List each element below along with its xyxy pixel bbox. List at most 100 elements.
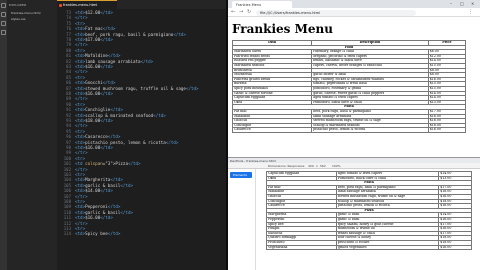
code-token: </td> [110,107,123,113]
explorer-panel: EXPLORER frankies-menu.html styles.css [7,0,57,270]
code-token: </tr> [75,42,88,48]
source-control-icon[interactable] [1,21,6,26]
table-row: Pancetta grilled bread figs, chutney, roc… [231,76,467,83]
line-number: 102 [63,166,71,172]
code-token: </td> [102,26,116,32]
code-token: </td> [110,177,123,183]
code-token: <td> [75,91,86,96]
line-number: 108 [63,199,71,204]
code-token: <td> [75,85,86,91]
width-input[interactable]: 400 [308,164,314,168]
line-number: 85 [66,74,71,80]
code-token: lamb sausage arrabiata [85,58,141,64]
code-token: <tr> [75,74,86,80]
code-token: <td> [75,145,86,150]
code-token: <td> [75,26,86,32]
height-input[interactable]: 562 [320,164,326,168]
browser-tab-strip: Frankies Menu – □ × [228,0,480,8]
code-line: <td>Spicy bee</td> [75,231,120,236]
editor-tab-bar: frankies-menu.html [57,0,226,9]
code-token: </tr> [75,193,88,199]
code-token: </td> [153,112,166,118]
code-token: scallop & marinated seafood [85,112,154,118]
line-number: 103 [63,172,71,177]
code-token: </td> [102,80,116,86]
code-token: <td> [75,53,86,59]
line-number: 112 [63,220,71,226]
devtools-sidebar: Elements [228,169,256,270]
code-token: <td> [75,10,86,15]
devtools-window: DevTools - frankies-menu.html Dimensions… [228,157,480,270]
line-number: 109 [63,204,71,210]
table-row: Capsicum eggplant aged tomato & fried cap… [266,171,472,177]
code-token: <tr> [75,172,86,177]
zoom-select[interactable]: 100% [332,164,341,168]
close-icon[interactable]: × [471,1,474,6]
explorer-file[interactable]: frankies-menu.html [11,11,40,15]
code-token: </td> [140,58,154,64]
explorer-file[interactable]: styles.css [11,17,26,21]
code-token: <td> [75,31,86,37]
reload-icon[interactable]: ↻ [247,9,251,15]
minimize-icon[interactable]: – [450,1,452,6]
line-number: 89 [66,96,71,102]
code-token: <td> [75,209,86,215]
html-file-icon [59,4,62,7]
browser-tab[interactable]: Frankies Menu [232,1,292,8]
code-token: <td [75,161,86,167]
code-token: </td> [100,64,113,69]
code-token: </tr> [75,220,88,226]
code-token: <td> [75,118,86,123]
table-row: Pan-fried fennel seeds oregano, pecorino … [231,53,467,60]
forward-icon[interactable]: → [239,9,243,15]
code-token: garlic & basil [85,182,121,188]
code-token: </td> [185,85,199,91]
maximize-icon[interactable]: □ [460,1,464,6]
extensions-icon[interactable] [1,30,6,35]
elements-button[interactable]: Elements [230,172,252,178]
line-number: 73 [66,10,71,15]
line-number: 113 [63,226,71,231]
table-row: Spicy pork meatballs pomodoro, rosemary &… [231,85,467,92]
line-number: 84 [66,69,71,75]
code-token: <td> [75,80,86,86]
line-number: 81 [66,53,71,59]
code-area[interactable]: 73 74 75 76 77 78 79 80 81 82 83 84 85 86 87 88 89 90 91 92… [57,9,226,270]
code-token: <td> [75,215,86,221]
code-token: </tr> [75,96,88,102]
dimensions-select[interactable]: Dimensions: Responsive [268,164,305,168]
url-input[interactable]: file:///C:/Users/frankies-menu.html [256,9,416,16]
code-token: <td> [75,231,86,237]
dish-cell: Casarecce [231,127,313,133]
code-token: <td> [75,107,86,113]
editor-tab[interactable]: frankies-menu.html [57,0,117,9]
table-row: Casarecce pistachio pesto, lemon & ricott… [231,127,467,133]
code-token: Casarecce [85,134,108,140]
code-token: </tr> [75,15,88,21]
search-icon[interactable] [1,12,6,17]
code-token: $16.00 [85,64,101,69]
line-number-gutter: 73 74 75 76 77 78 79 80 81 82 83 84 85 86 87 88 89 90 91 92… [57,9,73,270]
code-token: </td> [107,231,121,237]
back-icon[interactable]: ← [231,9,235,15]
line-number: 87 [66,85,71,91]
code-token: <tr> [75,101,86,107]
device-toolbar: Dimensions: Responsive 400 x 562 100% [228,163,480,169]
code-token: Pepperoni [85,204,108,210]
code-token: Conchiglie [85,107,111,113]
line-number: 91 [66,107,71,113]
code-token: </td> [100,215,113,221]
line-number: 93 [66,118,71,123]
files-icon[interactable] [1,3,6,8]
code-token: </td> [100,188,113,194]
code-token: </td> [100,37,113,42]
code-token: <tr> [75,155,86,161]
code-token: </td> [100,145,113,150]
menu-icon[interactable]: ⋮ [468,9,473,15]
code-token: </td> [100,10,113,15]
price-cell: $16.00 [427,127,467,133]
code-token: beef, pork ragu, basil & parmigiano [85,31,174,37]
code-token: Fat mac [85,26,103,32]
code-token: $14.00 [85,188,101,194]
activity-bar [0,0,7,270]
